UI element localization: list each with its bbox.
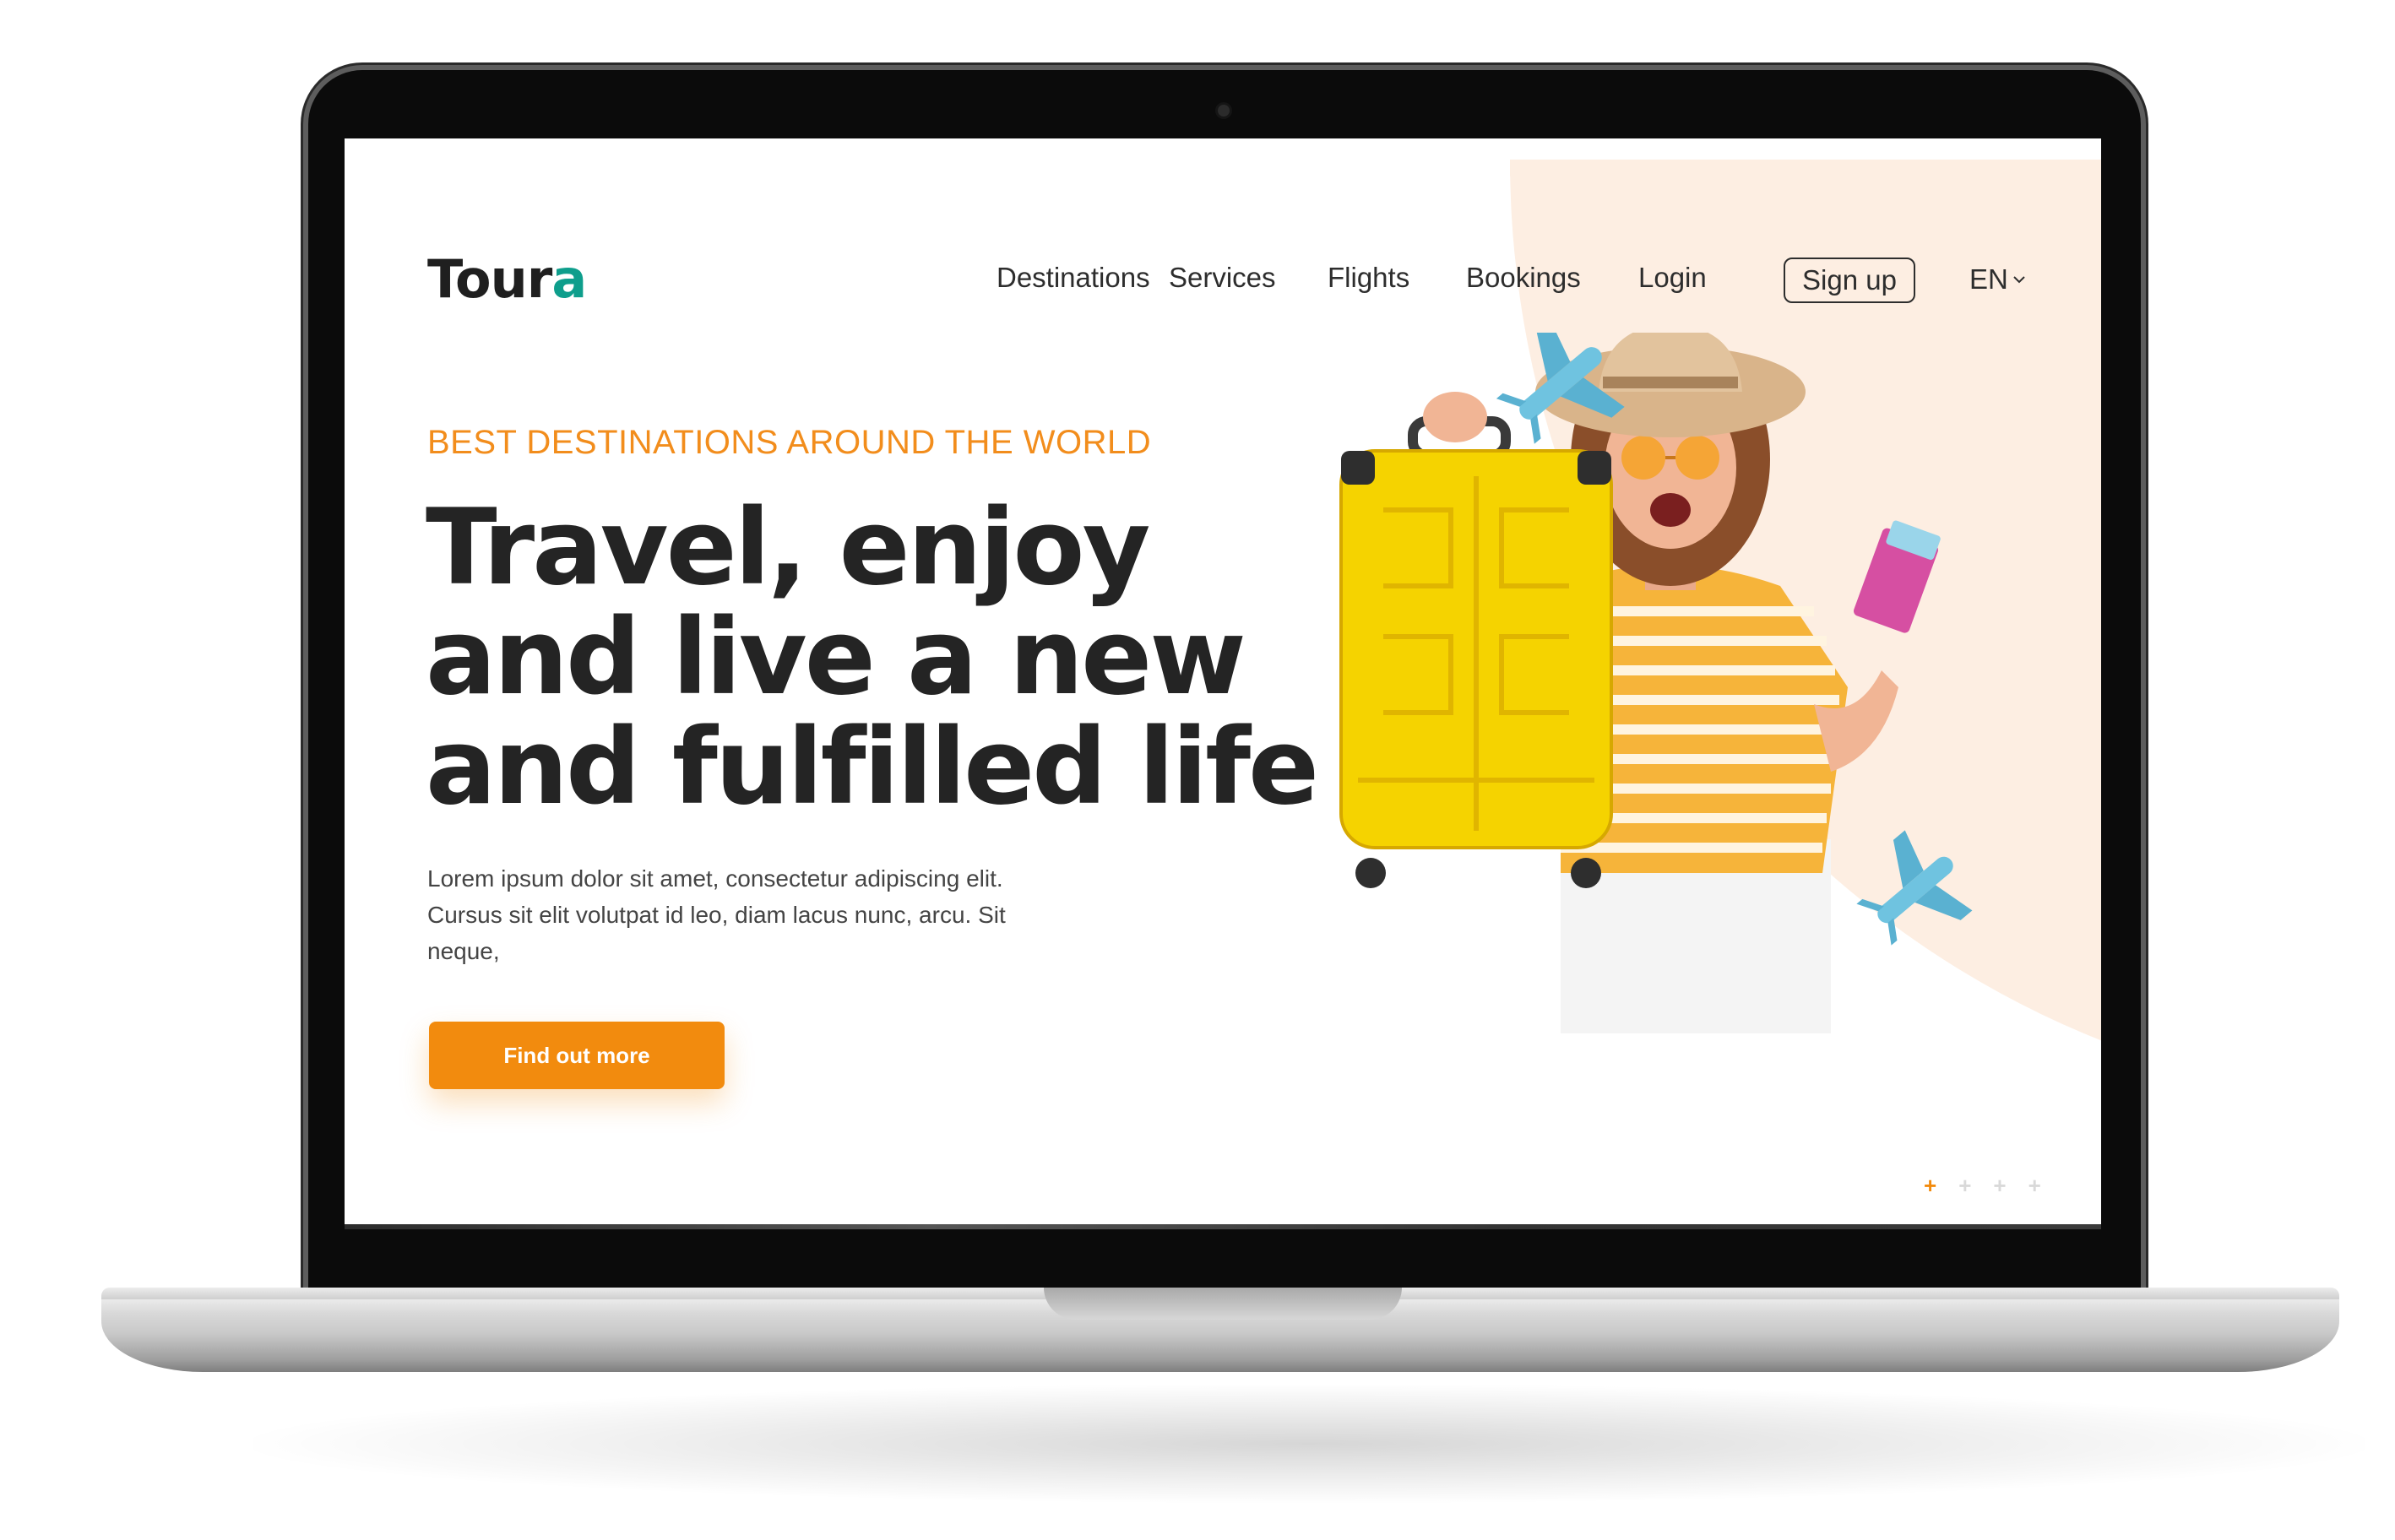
webcam: [1218, 105, 1230, 117]
hero-headline: Travel, enjoy and live a new and fulfill…: [426, 487, 1319, 828]
hero-peach-background-top: [1510, 160, 2101, 176]
passport-icon: [1854, 520, 1941, 633]
nav-item-login[interactable]: Login: [1638, 262, 1707, 294]
pager-dot[interactable]: +: [1958, 1173, 1971, 1199]
slide-pager: + + + +: [1924, 1173, 2041, 1199]
hero-eyebrow: BEST DESTINATIONS AROUND THE WORLD: [427, 424, 1152, 461]
signup-button[interactable]: Sign up: [1784, 258, 1915, 303]
chevron-down-icon: [2013, 276, 2025, 284]
hero-description: Lorem ipsum dolor sit amet, consectetur …: [427, 865, 1006, 964]
nav-item-services[interactable]: Services: [1169, 262, 1276, 294]
hero-headline-line: and live a new: [426, 597, 1246, 718]
find-out-more-button[interactable]: Find out more: [429, 1022, 725, 1089]
nav-item-bookings[interactable]: Bookings: [1466, 262, 1581, 294]
language-label: EN: [1969, 263, 2008, 295]
pager-dot[interactable]: +: [1993, 1173, 2006, 1199]
nav-item-destinations[interactable]: Destinations: [997, 262, 1150, 294]
laptop-shadow: [253, 1385, 2365, 1503]
hero-illustration: [1339, 333, 1973, 1033]
screen-bottom-edge: [345, 1224, 2101, 1229]
language-selector[interactable]: EN: [1969, 263, 2027, 296]
pager-dot[interactable]: +: [1924, 1173, 1936, 1199]
plane-icon: [1856, 830, 1973, 946]
laptop-screen: Toura Destinations Services Flights Book…: [345, 138, 2101, 1229]
suitcase-icon: [1339, 392, 1613, 888]
hero-headline-line: and fulfilled life: [426, 707, 1319, 828]
hero-headline-line: Travel, enjoy: [426, 487, 1150, 609]
nav-item-flights[interactable]: Flights: [1328, 262, 1409, 294]
laptop-notch: [1044, 1288, 1402, 1320]
pager-dot[interactable]: +: [2028, 1173, 2041, 1199]
